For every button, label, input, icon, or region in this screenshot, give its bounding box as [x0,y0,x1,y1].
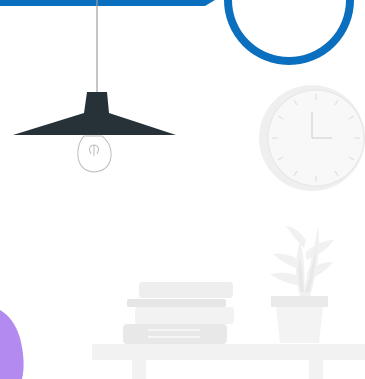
pendant-lamp [13,0,176,135]
book-stack-icon [123,282,234,344]
pot-rim [271,296,328,307]
wall-clock-icon [259,85,365,191]
shelf-leg-left [132,360,146,379]
shelf-top [92,344,365,360]
potted-plant-icon [270,226,334,343]
shelf [92,344,365,379]
purple-shape [0,310,24,379]
shelf-leg-right [309,360,323,379]
blue-circle-outline [224,0,354,65]
light-bulb-icon [77,135,112,173]
lamp-shade [13,92,176,135]
blue-banner-shape [0,0,215,6]
illustration-scene [0,0,365,379]
illustration-canvas [0,0,365,379]
pot-body [276,307,323,343]
